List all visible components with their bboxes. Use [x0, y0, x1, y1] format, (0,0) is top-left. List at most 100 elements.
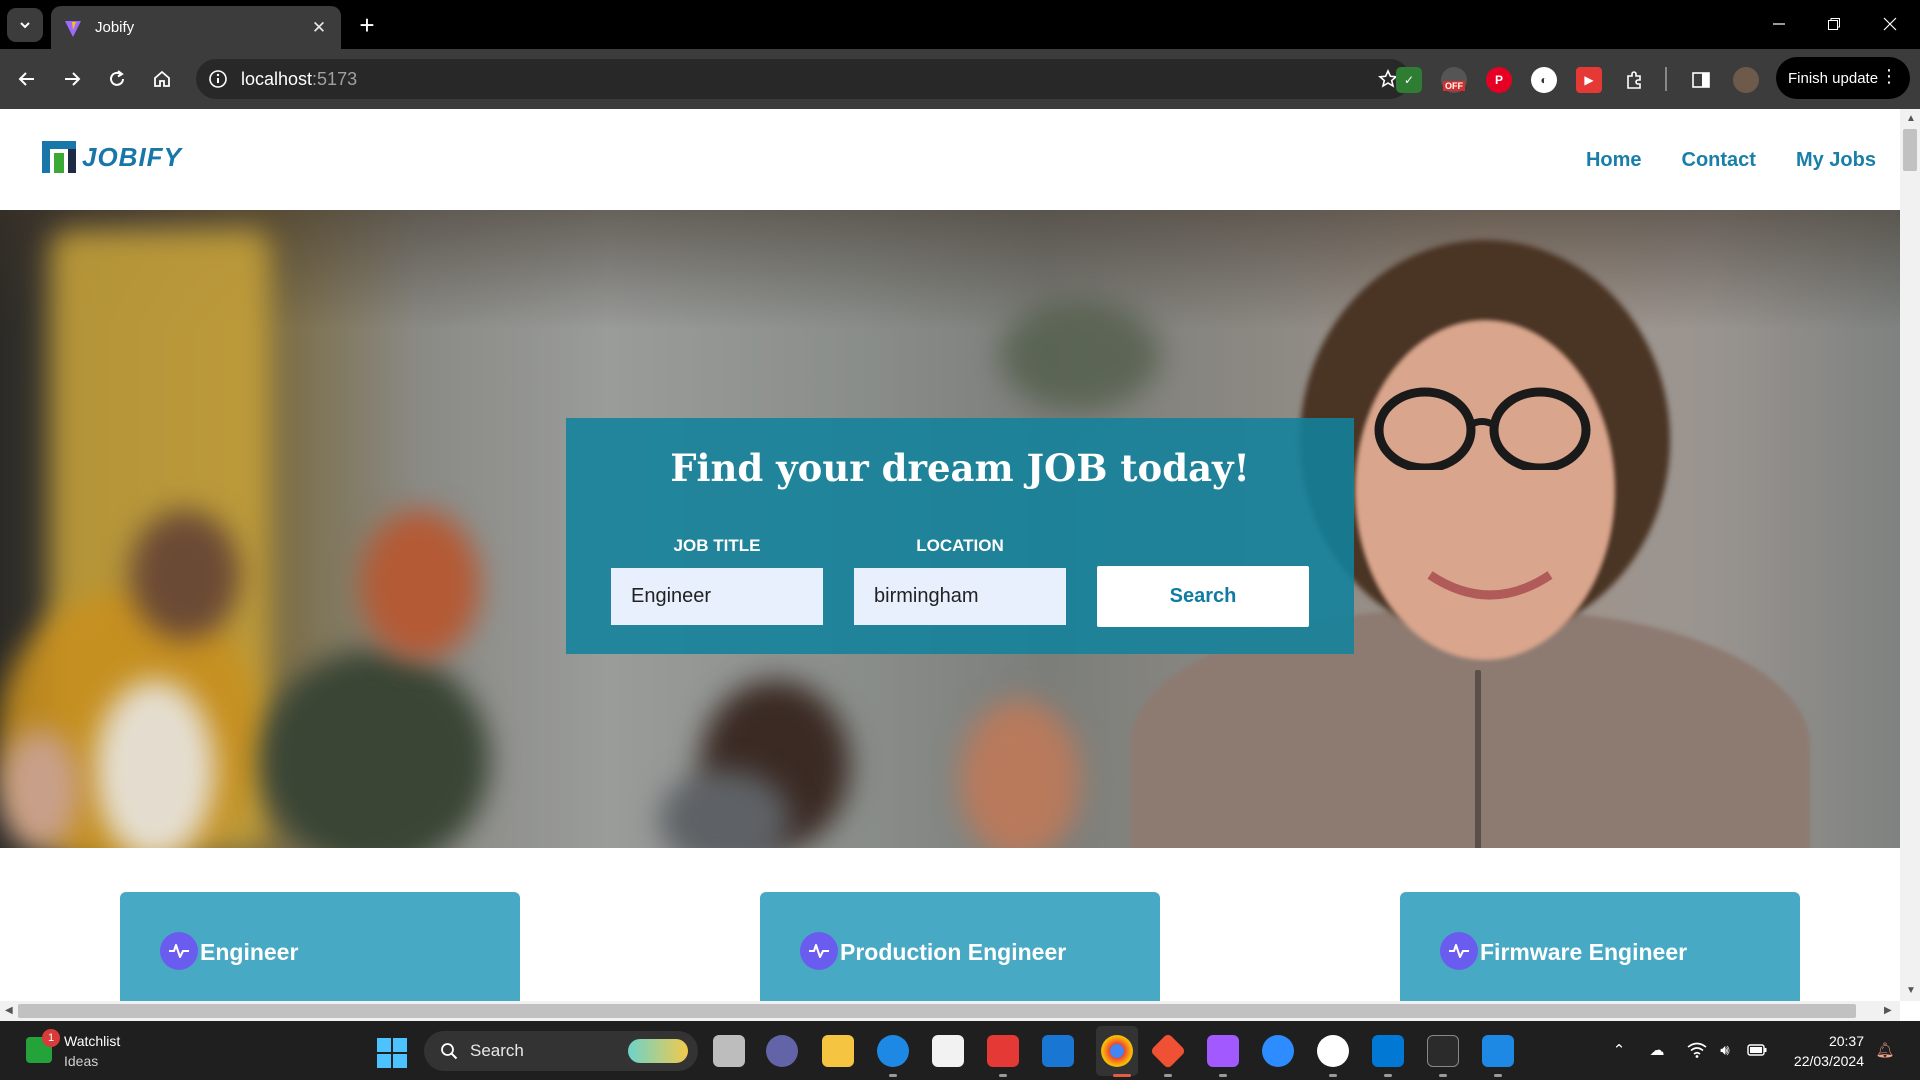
volume-icon[interactable]: 🔊︎: [1714, 1039, 1736, 1061]
running-indicator: [999, 1074, 1007, 1077]
minimize-icon: [1773, 23, 1785, 25]
terminal-icon[interactable]: [1427, 1035, 1459, 1067]
scroll-right-icon[interactable]: ▶: [1884, 1005, 1892, 1016]
new-tab-button[interactable]: +: [352, 10, 382, 40]
nav-contact-link[interactable]: Contact: [1682, 149, 1756, 172]
job-card-title: Engineer: [200, 939, 299, 965]
notification-bell-icon[interactable]: 🔔︎: [1874, 1039, 1896, 1061]
minimize-button[interactable]: [1767, 12, 1791, 36]
logo-mark-icon: [42, 141, 76, 173]
video-extension-icon[interactable]: ▶: [1576, 67, 1602, 93]
site-header: JOBIFY Home Contact My Jobs: [0, 109, 1900, 210]
arrow-right-icon: [65, 72, 81, 86]
shield-extension-icon[interactable]: ✓: [1396, 67, 1422, 93]
search-heading: Find your dream JOB today!: [670, 446, 1250, 490]
horizontal-scroll-thumb[interactable]: [18, 1004, 1856, 1018]
red-app-icon[interactable]: [987, 1035, 1019, 1067]
battery-icon[interactable]: [1746, 1039, 1768, 1061]
vertical-scroll-thumb[interactable]: [1903, 129, 1917, 171]
address-bar[interactable]: localhost:5173: [196, 59, 1410, 99]
hero-bg-plant: [1000, 300, 1160, 410]
horizontal-scrollbar[interactable]: ◀ ▶: [0, 1001, 1900, 1021]
job-card[interactable]: Firmware Engineer: [1400, 892, 1800, 1001]
chrome-icon[interactable]: [1101, 1035, 1133, 1067]
hero-bg-person-green: [260, 650, 490, 848]
widget-title: Watchlist: [64, 1033, 121, 1049]
page-viewport: JOBIFY Home Contact My Jobs Find your dr…: [0, 109, 1900, 1001]
extension-circle-icon[interactable]: ◐: [1531, 67, 1557, 93]
profile-avatar[interactable]: [1733, 67, 1759, 93]
job-title-input[interactable]: Engineer: [611, 568, 823, 625]
scroll-left-icon[interactable]: ◀: [5, 1005, 13, 1016]
widget-subtitle: Ideas: [64, 1053, 99, 1069]
browser-tab[interactable]: Jobify ✕: [51, 6, 341, 49]
taskbar-search[interactable]: Search: [424, 1031, 698, 1071]
finish-update-label: Finish update: [1788, 69, 1879, 87]
location-input[interactable]: birmingham: [854, 568, 1066, 625]
nav-home-link[interactable]: Home: [1586, 149, 1642, 172]
zoom-icon[interactable]: [1262, 1035, 1294, 1067]
url-text: localhost:5173: [241, 69, 357, 90]
side-panel-icon[interactable]: [1688, 67, 1714, 93]
tab-close-icon[interactable]: ✕: [309, 18, 329, 38]
activity-icon: [1440, 932, 1478, 970]
scroll-up-icon[interactable]: ▲: [1906, 113, 1916, 124]
adblock-extension-icon[interactable]: OFF: [1441, 67, 1467, 93]
vertical-scrollbar[interactable]: ▲ ▼: [1900, 109, 1920, 1001]
windows-start-icon[interactable]: [377, 1038, 407, 1068]
reload-button[interactable]: [99, 61, 135, 97]
site-logo[interactable]: JOBIFY: [42, 139, 182, 175]
home-button[interactable]: [144, 61, 180, 97]
watchlist-widget[interactable]: 1 Watchlist Ideas: [22, 1029, 182, 1073]
hero-bg-shirt: [95, 680, 215, 848]
cloud-icon[interactable]: ☁: [1646, 1039, 1668, 1061]
slack-icon[interactable]: [1317, 1035, 1349, 1067]
chrome-active-indicator: [1113, 1074, 1131, 1077]
extensions-puzzle-icon[interactable]: [1621, 67, 1647, 93]
search-button[interactable]: Search: [1097, 566, 1309, 627]
file-explorer-icon[interactable]: [822, 1035, 854, 1067]
job-card[interactable]: Engineer: [120, 892, 520, 1001]
hero-bg-person-left: [0, 730, 80, 848]
pinterest-extension-icon[interactable]: P: [1486, 67, 1512, 93]
reload-icon: [110, 70, 124, 86]
running-indicator: [1329, 1074, 1337, 1077]
activity-icon: [800, 932, 838, 970]
clock-date: 22/03/2024: [1793, 1053, 1864, 1069]
hero-woman-smile: [1427, 571, 1553, 600]
task-view-icon[interactable]: [713, 1035, 745, 1067]
hero-banner: Find your dream JOB today! JOB TITLE LOC…: [0, 210, 1900, 848]
site-info-icon[interactable]: [206, 67, 230, 91]
close-window-button[interactable]: [1878, 12, 1902, 36]
finish-update-button[interactable]: Finish update ⋮: [1776, 57, 1910, 99]
back-button[interactable]: [9, 61, 45, 97]
tab-search-button[interactable]: [7, 8, 43, 42]
forward-button[interactable]: [54, 61, 90, 97]
more-menu-icon[interactable]: ⋮: [1880, 66, 1898, 86]
git-icon[interactable]: [1149, 1032, 1187, 1070]
vscode-icon[interactable]: [1372, 1035, 1404, 1067]
photos-icon[interactable]: [1482, 1035, 1514, 1067]
nav-my-jobs-link[interactable]: My Jobs: [1796, 149, 1876, 172]
url-host: localhost: [241, 69, 313, 89]
url-port: :5173: [312, 69, 358, 89]
extension-off-badge: OFF: [1443, 81, 1465, 91]
wifi-icon[interactable]: [1686, 1039, 1708, 1061]
edge-browser-icon[interactable]: [877, 1035, 909, 1067]
hero-woman-zipper: [1475, 670, 1481, 848]
toolbar-separator: [1665, 67, 1667, 91]
job-card[interactable]: Production Engineer: [760, 892, 1160, 1001]
search-icon: [441, 1043, 458, 1060]
restore-button[interactable]: [1822, 12, 1846, 36]
teams-chat-icon[interactable]: [766, 1035, 798, 1067]
chevron-up-icon[interactable]: ⌃: [1608, 1039, 1630, 1061]
scroll-down-icon[interactable]: ▼: [1906, 985, 1916, 996]
job-title-label: JOB TITLE: [673, 536, 761, 555]
taskbar-search-label: Search: [470, 1041, 524, 1060]
widget-badge: 1: [42, 1029, 60, 1047]
system-clock[interactable]: 20:37 22/03/2024: [1784, 1031, 1864, 1071]
blue-app-icon[interactable]: [1042, 1035, 1074, 1067]
figma-icon[interactable]: [1207, 1035, 1239, 1067]
microsoft-store-icon[interactable]: [932, 1035, 964, 1067]
logo-text: JOBIFY: [82, 141, 182, 172]
